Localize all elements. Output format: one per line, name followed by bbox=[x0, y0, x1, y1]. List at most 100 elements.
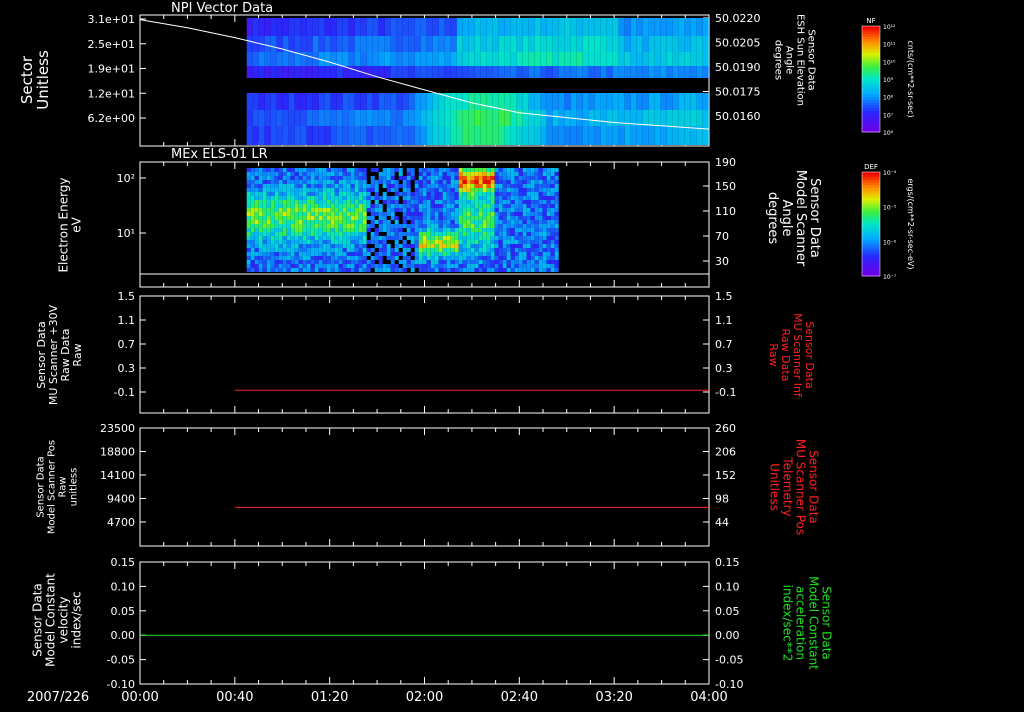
spectrogram-cell bbox=[262, 220, 267, 224]
spectrogram-cell bbox=[466, 216, 471, 220]
spectrogram-cell bbox=[354, 36, 361, 52]
spectrogram-cell bbox=[286, 232, 291, 236]
spectrogram-cell bbox=[470, 224, 475, 228]
spectrogram-cell bbox=[530, 240, 535, 244]
spectrogram-cell bbox=[438, 126, 445, 145]
panel-2: 10²10¹1901501107030MEx ELS-01 LRElectron… bbox=[57, 147, 822, 288]
spectrogram-cell bbox=[374, 168, 379, 172]
spectrogram-cell bbox=[350, 260, 355, 264]
time-tick-label: 02:00 bbox=[406, 690, 443, 705]
spectrogram-cell bbox=[546, 228, 551, 232]
spectrogram-cell bbox=[446, 192, 451, 196]
spectrogram-cell bbox=[432, 66, 439, 78]
spectrogram-cell bbox=[438, 264, 443, 268]
spectrogram-cell bbox=[410, 240, 415, 244]
spectrogram-cell bbox=[554, 240, 559, 244]
spectrogram-cell bbox=[366, 196, 371, 200]
spectrogram-cell bbox=[330, 200, 335, 204]
spectrogram-cell bbox=[402, 204, 407, 208]
spectrogram-cell bbox=[462, 256, 467, 260]
spectrogram-cell bbox=[458, 248, 463, 252]
spectrogram-cell bbox=[454, 172, 459, 176]
spectrogram-cell bbox=[338, 176, 343, 180]
spectrogram-cell bbox=[390, 66, 397, 78]
spectrogram-cell bbox=[486, 192, 491, 196]
spectrogram-cell bbox=[458, 220, 463, 224]
spectrogram-cell bbox=[550, 196, 555, 200]
spectrogram-cell bbox=[606, 52, 613, 66]
spectrogram-cell bbox=[518, 208, 523, 212]
spectrogram-cell bbox=[456, 110, 463, 126]
spectrogram-cell bbox=[422, 184, 427, 188]
spectrogram-cell bbox=[446, 260, 451, 264]
spectrogram-cell bbox=[516, 52, 523, 66]
spectrogram-cell bbox=[370, 256, 375, 260]
spectrogram-cell bbox=[314, 224, 319, 228]
spectrogram-cell bbox=[526, 204, 531, 208]
spectrogram-cell bbox=[410, 252, 415, 256]
spectrogram-cell bbox=[450, 180, 455, 184]
spectrogram-cell bbox=[294, 220, 299, 224]
spectrogram-cell bbox=[390, 93, 397, 110]
spectrogram-cell bbox=[366, 260, 371, 264]
spectrogram-cell bbox=[270, 204, 275, 208]
spectrogram-cell bbox=[498, 244, 503, 248]
spectrogram-cell bbox=[502, 196, 507, 200]
spectrogram-cell bbox=[326, 192, 331, 196]
spectrogram-cell bbox=[310, 232, 315, 236]
spectrogram-cell bbox=[254, 220, 259, 224]
spectrogram-cell bbox=[446, 216, 451, 220]
spectrogram-cell bbox=[696, 52, 703, 66]
spectrogram-cell bbox=[414, 264, 419, 268]
spectrogram-cell bbox=[426, 252, 431, 256]
spectrogram-cell bbox=[322, 264, 327, 268]
spectrogram-cell bbox=[346, 192, 351, 196]
spectrogram-cell bbox=[550, 260, 555, 264]
spectrogram-cell bbox=[408, 110, 415, 126]
colorbar-tick-label: 10¹⁰ bbox=[883, 59, 896, 66]
spectrogram-cell bbox=[534, 184, 539, 188]
spectrogram-cell bbox=[450, 188, 455, 192]
spectrogram-cell bbox=[324, 36, 331, 52]
spectrogram-cell bbox=[600, 52, 607, 66]
spectrogram-cell bbox=[314, 176, 319, 180]
spectrogram-cell bbox=[498, 232, 503, 236]
spectrogram-cell bbox=[414, 18, 421, 36]
spectrogram-cell bbox=[282, 176, 287, 180]
spectrogram-cell bbox=[306, 252, 311, 256]
spectrogram-cell bbox=[498, 252, 503, 256]
spectrogram-cell bbox=[534, 248, 539, 252]
spectrogram-cell bbox=[310, 236, 315, 240]
spectrogram-cell bbox=[554, 228, 559, 232]
spectrogram-cell bbox=[378, 264, 383, 268]
spectrogram-cell bbox=[298, 224, 303, 228]
spectrogram-cell bbox=[274, 176, 279, 180]
spectrogram-cell bbox=[474, 260, 479, 264]
spectrogram-cell bbox=[442, 228, 447, 232]
spectrogram-cell bbox=[360, 93, 367, 110]
spectrogram-cell bbox=[354, 172, 359, 176]
spectrogram-cell bbox=[474, 268, 479, 272]
spectrogram-cell bbox=[406, 228, 411, 232]
spectrogram-cell bbox=[264, 36, 271, 52]
spectrogram-cell bbox=[672, 93, 679, 110]
spectrogram-cell bbox=[458, 264, 463, 268]
spectrogram-cell bbox=[310, 188, 315, 192]
spectrogram-cell bbox=[474, 252, 479, 256]
spectrogram-cell bbox=[266, 204, 271, 208]
spectrogram-cell bbox=[474, 110, 481, 126]
spectrogram-cell bbox=[302, 192, 307, 196]
spectrogram-cell bbox=[486, 172, 491, 176]
spectrogram-cell bbox=[542, 268, 547, 272]
spectrogram-cell bbox=[282, 268, 287, 272]
spectrogram-cell bbox=[510, 36, 517, 52]
spectrogram-cell bbox=[322, 212, 327, 216]
spectrogram-cell bbox=[672, 18, 679, 36]
spectrogram-cell bbox=[310, 252, 315, 256]
spectrogram-cell bbox=[322, 240, 327, 244]
spectrogram-cell bbox=[498, 180, 503, 184]
spectrogram-cell bbox=[462, 220, 467, 224]
spectrogram-cell bbox=[282, 66, 289, 78]
spectrogram-cell bbox=[250, 176, 255, 180]
spectrogram-cell bbox=[538, 236, 543, 240]
